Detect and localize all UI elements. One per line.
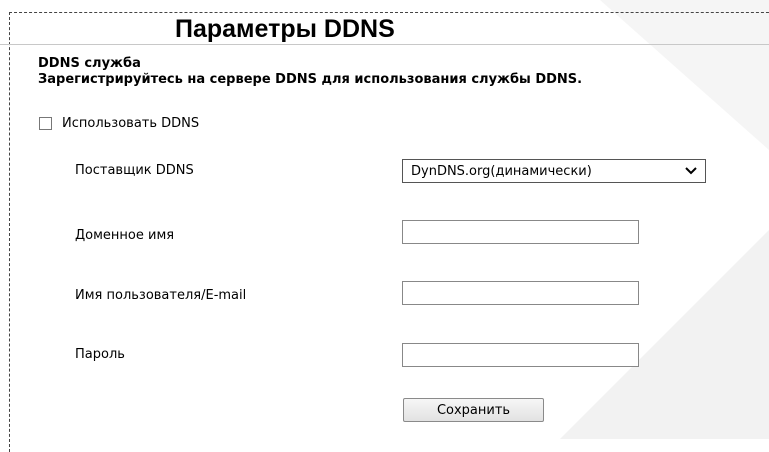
section-description: Зарегистрируйтесь на сервере DDNS для ис… [38, 72, 583, 87]
page-title: Параметры DDNS [175, 15, 395, 43]
username-label: Имя пользователя/E-mail [75, 288, 247, 303]
domain-label: Доменное имя [75, 228, 175, 243]
password-input[interactable] [402, 343, 639, 367]
use-ddns-row[interactable]: Использовать DDNS [39, 116, 199, 131]
domain-input[interactable] [402, 220, 639, 244]
save-button[interactable]: Сохранить [403, 398, 544, 422]
provider-selected-value: DynDNS.org(динамически) [411, 163, 592, 179]
chevron-down-icon [677, 167, 705, 175]
use-ddns-checkbox[interactable] [39, 117, 52, 130]
use-ddns-label: Использовать DDNS [62, 116, 200, 131]
provider-select[interactable]: DynDNS.org(динамически) [402, 159, 706, 183]
provider-label: Поставщик DDNS [75, 163, 194, 178]
username-input[interactable] [402, 281, 639, 305]
password-label: Пароль [75, 347, 125, 362]
section-heading: DDNS служба [38, 56, 141, 71]
title-divider [0, 44, 769, 45]
